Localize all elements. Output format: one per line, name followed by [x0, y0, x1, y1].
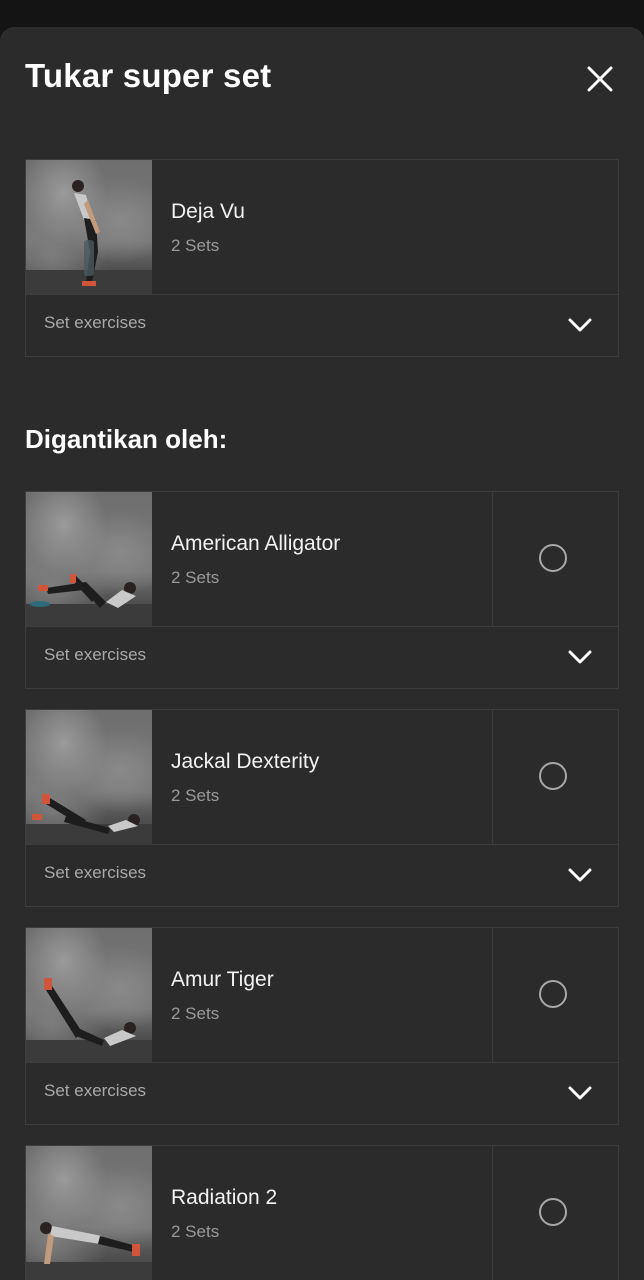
exercise-sets: 2 Sets	[171, 1222, 220, 1241]
person-floor-exercise-image	[26, 574, 152, 626]
person-plank-image	[26, 1222, 152, 1280]
set-exercises-label: Set exercises	[44, 645, 147, 664]
exercise-sets: 2 Sets	[171, 568, 220, 587]
set-exercises-label: Set exercises	[44, 313, 147, 332]
exercise-thumbnail	[26, 492, 152, 626]
option-card: American Alligator 2 Sets Set exercises	[25, 491, 619, 689]
exercise-thumbnail	[26, 928, 152, 1062]
exercise-thumbnail	[26, 1146, 152, 1280]
radio-button[interactable]	[539, 980, 567, 1008]
set-exercises-label: Set exercises	[44, 863, 147, 882]
exercise-sets: 2 Sets	[171, 236, 220, 255]
exercise-name: Amur Tiger	[171, 968, 274, 991]
exercise-thumbnail	[26, 160, 152, 294]
swap-superset-sheet: Tukar super set Deja Vu 2 Sets Set exerc…	[0, 27, 644, 1280]
person-floor-exercise-image	[26, 978, 152, 1062]
replacement-section-title: Digantikan oleh:	[25, 424, 228, 454]
set-exercises-toggle[interactable]: Set exercises	[25, 294, 619, 357]
close-icon	[587, 66, 613, 92]
radio-button[interactable]	[539, 544, 567, 572]
exercise-row: Deja Vu 2 Sets	[25, 159, 619, 295]
chevron-down-icon	[566, 865, 594, 885]
person-deadlift-image	[26, 180, 152, 294]
select-option-cell[interactable]	[492, 928, 619, 1062]
option-card: Radiation 2 2 Sets	[25, 1145, 619, 1280]
select-option-cell[interactable]	[492, 710, 619, 844]
chevron-down-icon	[566, 315, 594, 335]
set-exercises-toggle[interactable]: Set exercises	[25, 1062, 619, 1125]
select-option-cell[interactable]	[492, 1146, 619, 1280]
select-option-cell[interactable]	[492, 492, 619, 626]
exercise-name: Radiation 2	[171, 1186, 278, 1209]
close-button[interactable]	[584, 63, 616, 95]
exercise-row: Radiation 2 2 Sets	[25, 1145, 619, 1280]
option-card: Jackal Dexterity 2 Sets Set exercises	[25, 709, 619, 907]
exercise-row: Jackal Dexterity 2 Sets	[25, 709, 619, 845]
option-card: Amur Tiger 2 Sets Set exercises	[25, 927, 619, 1125]
set-exercises-toggle[interactable]: Set exercises	[25, 626, 619, 689]
exercise-name: Deja Vu	[171, 200, 245, 223]
page-title: Tukar super set	[25, 57, 272, 94]
set-exercises-toggle[interactable]: Set exercises	[25, 844, 619, 907]
exercise-sets: 2 Sets	[171, 786, 220, 805]
set-exercises-label: Set exercises	[44, 1081, 147, 1100]
person-floor-exercise-image	[26, 794, 152, 844]
exercise-name: American Alligator	[171, 532, 341, 555]
exercise-row: American Alligator 2 Sets	[25, 491, 619, 627]
chevron-down-icon	[566, 1083, 594, 1103]
current-exercise-card: Deja Vu 2 Sets Set exercises	[25, 159, 619, 357]
exercise-row: Amur Tiger 2 Sets	[25, 927, 619, 1063]
exercise-thumbnail	[26, 710, 152, 844]
exercise-name: Jackal Dexterity	[171, 750, 320, 773]
radio-button[interactable]	[539, 1198, 567, 1226]
exercise-sets: 2 Sets	[171, 1004, 220, 1023]
chevron-down-icon	[566, 647, 594, 667]
radio-button[interactable]	[539, 762, 567, 790]
